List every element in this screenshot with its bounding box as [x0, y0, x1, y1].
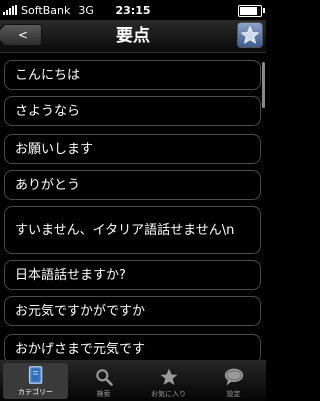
list-item[interactable]: こんにちは — [4, 60, 261, 90]
list-item[interactable]: お元気ですかがですか — [4, 296, 261, 326]
star-icon — [240, 25, 260, 44]
tab-settings[interactable]: 設定 — [201, 361, 266, 401]
list-item[interactable]: すいません、イタリア語話せません\n — [4, 206, 261, 254]
search-icon — [95, 369, 113, 386]
list-item[interactable]: 日本語話せますか? — [4, 260, 261, 290]
tab-search[interactable]: 検索 — [71, 361, 136, 401]
list-item[interactable]: お願いします — [4, 134, 261, 164]
list-item[interactable]: さようなら — [4, 96, 261, 126]
list-item-label: 日本語話せますか? — [15, 267, 126, 283]
tab-category[interactable]: カテゴリー — [3, 363, 68, 399]
tab-label: お気に入り — [151, 390, 186, 398]
scrollbar[interactable] — [262, 62, 265, 108]
book-icon — [28, 366, 42, 384]
tab-bar: カテゴリー 検索 お気に入り 設定 — [0, 360, 266, 401]
list-item-label: さようなら — [15, 103, 81, 119]
status-time: 23:15 — [115, 3, 151, 17]
page-title: 要点 — [116, 26, 150, 46]
tab-label: 設定 — [226, 390, 241, 398]
back-button-label: < — [17, 28, 29, 42]
list-item-label: こんにちは — [15, 67, 81, 83]
list-item-label: すいません、イタリア語話せません\n — [15, 222, 235, 238]
list-item-label: おかげさまで元気です — [15, 341, 146, 357]
back-button[interactable]: < — [4, 24, 42, 46]
status-bar: SoftBank 3G 23:15 — [0, 0, 266, 20]
speech-bubble-icon — [224, 368, 243, 386]
navigation-bar: < 要点 — [0, 20, 266, 53]
list-item-label: お元気ですかがですか — [15, 303, 146, 319]
tab-label: カテゴリー — [18, 388, 53, 396]
star-icon — [160, 368, 177, 385]
list-item[interactable]: おかげさまで元気です — [4, 334, 261, 360]
phrase-list[interactable]: こんにちは さようなら お願いします ありがとう すいません、イタリア語話せませ… — [0, 58, 266, 360]
favorite-button[interactable] — [237, 22, 263, 48]
tab-label: 検索 — [96, 390, 111, 398]
list-item[interactable]: ありがとう — [4, 170, 261, 200]
list-item-label: ありがとう — [15, 177, 81, 193]
battery-icon — [238, 5, 265, 17]
list-item-label: お願いします — [15, 141, 94, 157]
tab-favorites[interactable]: お気に入り — [136, 361, 201, 401]
